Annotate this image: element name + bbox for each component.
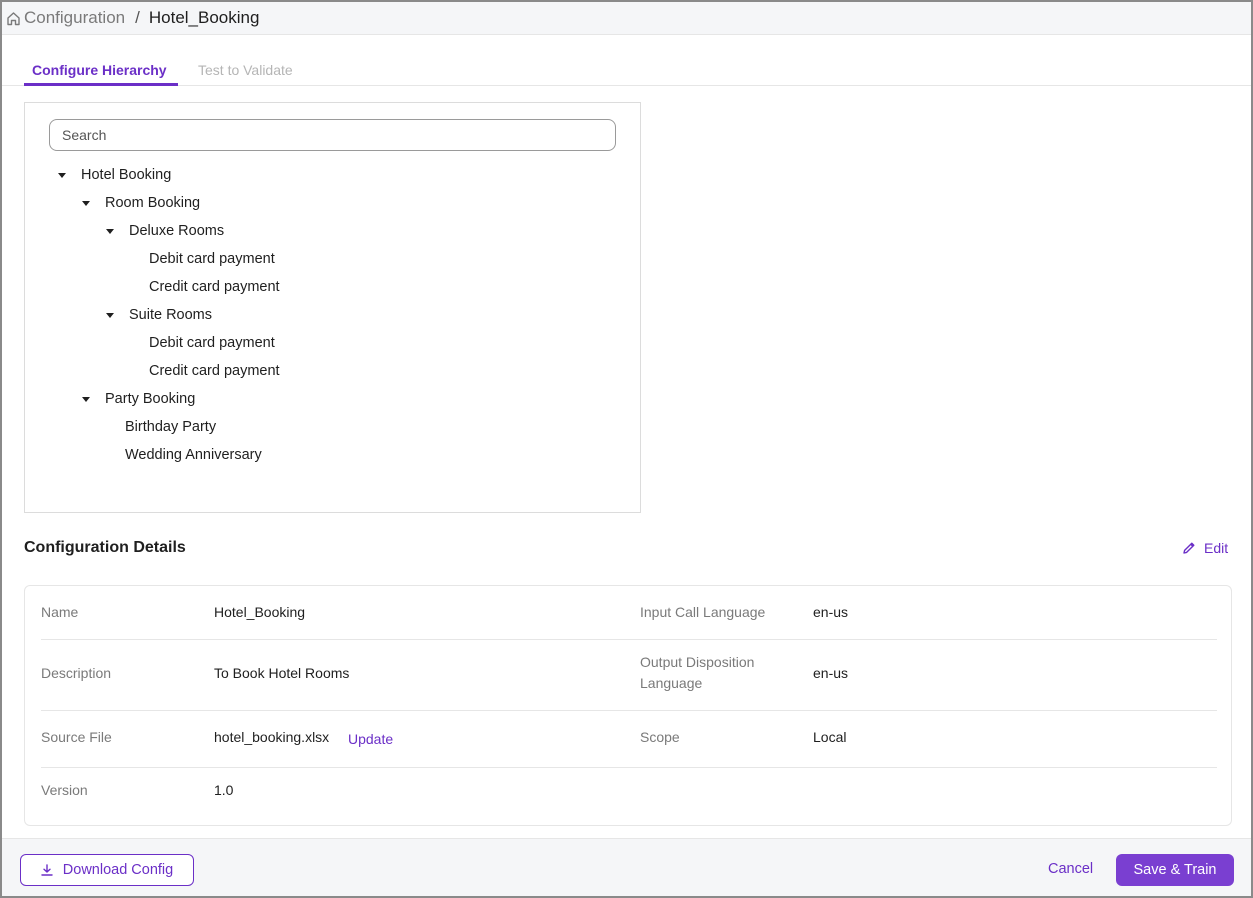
breadcrumb: Configuration / Hotel_Booking — [2, 2, 1251, 35]
version-label: Version — [41, 782, 88, 798]
input-language-value: en-us — [813, 604, 849, 620]
breadcrumb-root[interactable]: Configuration — [24, 8, 125, 28]
tree-node-deluxe-rooms[interactable]: Deluxe Rooms — [105, 221, 224, 241]
tree-node-hotel-booking[interactable]: Hotel Booking — [57, 165, 171, 185]
name-value: Hotel_Booking — [214, 604, 306, 620]
description-value: To Book Hotel Rooms — [214, 665, 350, 681]
tree-node-deluxe-debit[interactable]: Debit card payment — [149, 249, 275, 269]
tree-node-label: Debit card payment — [149, 335, 275, 351]
active-tab-indicator — [24, 83, 178, 86]
caret-down-icon[interactable] — [57, 170, 67, 180]
caret-down-icon[interactable] — [105, 310, 115, 320]
details-card: Name Hotel_Booking Input Call Language e… — [24, 585, 1232, 826]
description-label: Description — [41, 665, 112, 681]
tree-node-suite-credit[interactable]: Credit card payment — [149, 361, 280, 381]
cancel-button[interactable]: Cancel — [1048, 861, 1093, 877]
tree-node-label: Wedding Anniversary — [125, 447, 262, 463]
edit-label: Edit — [1204, 540, 1229, 556]
row-divider — [41, 710, 1217, 711]
source-file-value: hotel_booking.xlsx — [214, 729, 330, 745]
name-label: Name — [41, 604, 79, 620]
row-divider — [41, 639, 1217, 640]
tree-node-label: Room Booking — [105, 195, 201, 211]
tree-node-label: Deluxe Rooms — [129, 223, 225, 239]
tree-node-label: Credit card payment — [149, 279, 280, 295]
caret-down-icon[interactable] — [81, 394, 91, 404]
scope-value: Local — [813, 729, 847, 745]
pencil-icon — [1182, 541, 1196, 555]
tree-node-label: Credit card payment — [149, 363, 280, 379]
tree-node-suite-rooms[interactable]: Suite Rooms — [105, 305, 212, 325]
tree-node-birthday-party[interactable]: Birthday Party — [125, 417, 216, 437]
caret-down-icon[interactable] — [105, 226, 115, 236]
tab-configure-hierarchy[interactable]: Configure Hierarchy — [32, 62, 167, 78]
breadcrumb-current: Hotel_Booking — [148, 8, 260, 27]
tree-node-label: Debit card payment — [149, 251, 275, 267]
tree-node-suite-debit[interactable]: Debit card payment — [149, 333, 275, 353]
breadcrumb-separator: / — [135, 8, 140, 27]
tree-node-room-booking[interactable]: Room Booking — [81, 193, 200, 213]
update-link[interactable]: Update — [348, 729, 393, 750]
output-language-label-line1: Output Disposition — [640, 654, 755, 670]
tree-node-deluxe-credit[interactable]: Credit card payment — [149, 277, 280, 297]
input-language-label: Input Call Language — [640, 604, 766, 620]
tree-node-wedding-anniversary[interactable]: Wedding Anniversary — [125, 445, 262, 465]
edit-button[interactable]: Edit — [1182, 540, 1228, 556]
download-config-button[interactable]: Download Config — [20, 854, 194, 886]
home-icon[interactable] — [6, 11, 21, 26]
output-language-value: en-us — [813, 665, 849, 681]
tree-node-label: Suite Rooms — [129, 307, 213, 323]
tree-node-label: Birthday Party — [125, 419, 217, 435]
save-and-train-button[interactable]: Save & Train — [1116, 854, 1234, 886]
scope-label: Scope — [640, 729, 680, 745]
tab-test-to-validate[interactable]: Test to Validate — [198, 62, 293, 78]
row-divider — [41, 767, 1217, 768]
search-input[interactable] — [49, 119, 616, 151]
details-title: Configuration Details — [24, 539, 186, 556]
output-language-label-line2: Language — [640, 675, 703, 691]
download-icon — [41, 864, 53, 876]
tab-bar: Configure Hierarchy Test to Validate — [2, 54, 1251, 86]
tree-node-label: Hotel Booking — [81, 167, 172, 183]
tree-node-party-booking[interactable]: Party Booking — [81, 389, 195, 409]
hierarchy-panel: Hotel Booking Room Booking Deluxe Rooms … — [24, 102, 641, 513]
caret-down-icon[interactable] — [81, 198, 91, 208]
footer-bar: Download Config Cancel Save & Train — [2, 838, 1251, 896]
version-value: 1.0 — [214, 782, 234, 798]
tree-node-label: Party Booking — [105, 391, 196, 407]
source-file-label: Source File — [41, 729, 112, 745]
download-config-label: Download Config — [62, 862, 174, 878]
